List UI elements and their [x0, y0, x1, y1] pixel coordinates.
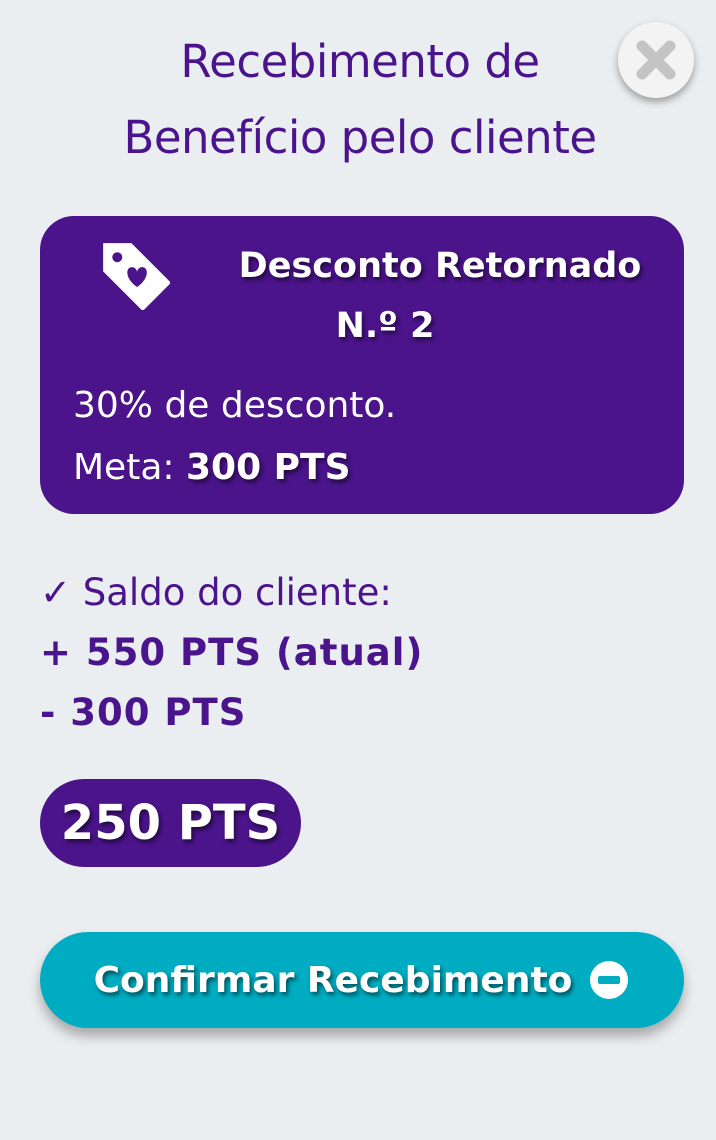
minus-circle-icon	[590, 961, 629, 999]
page-title: Recebimento de Benefício pelo cliente	[60, 24, 660, 176]
close-button[interactable]	[618, 22, 694, 98]
balance-result-badge: 250 PTS	[40, 779, 301, 867]
benefit-meta: Meta: 300 PTS	[73, 444, 351, 492]
close-icon	[636, 40, 676, 80]
meta-value: 300 PTS	[185, 447, 351, 488]
balance-deduction: - 300 PTS	[40, 691, 247, 734]
confirm-receipt-label: Confirmar Recebimento	[93, 959, 573, 1001]
benefit-title-line-2: N.º 2	[335, 306, 435, 346]
benefit-description: 30% de desconto.	[73, 385, 397, 426]
page-title-line-2: Benefício pelo cliente	[123, 111, 597, 164]
benefit-title: Desconto Retornado N.º 2	[190, 236, 690, 356]
meta-label: Meta:	[73, 447, 175, 488]
confirm-receipt-button[interactable]: Confirmar Recebimento	[40, 932, 684, 1028]
benefit-title-line-1: Desconto Retornado	[238, 246, 642, 286]
balance-current: + 550 PTS (atual)	[40, 631, 424, 674]
page-title-line-1: Recebimento de	[180, 35, 540, 88]
balance-heading: ✓ Saldo do cliente:	[40, 571, 392, 614]
benefit-card: Desconto Retornado N.º 2 30% de desconto…	[40, 216, 684, 514]
